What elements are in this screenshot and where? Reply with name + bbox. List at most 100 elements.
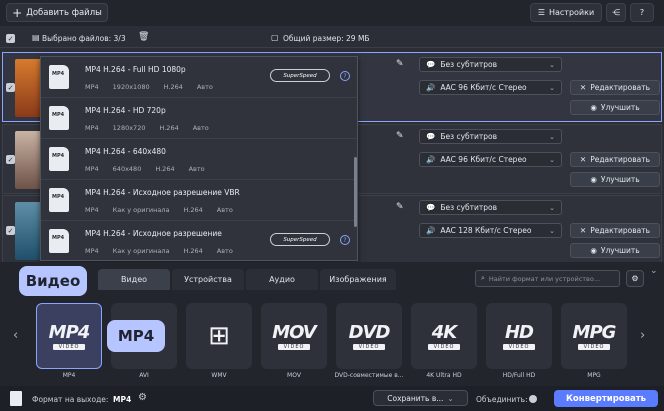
improve-button[interactable]: ◉ Улучшить: [570, 172, 660, 187]
codec: H.264: [183, 247, 203, 255]
tab-label: Изображения: [329, 275, 387, 284]
tab-images[interactable]: Изображения: [320, 269, 396, 290]
edit-name-icon[interactable]: ✎: [396, 202, 404, 212]
tab-label: Устройства: [184, 275, 232, 284]
settings-button[interactable]: ☰ Настройки: [530, 3, 602, 22]
resolution: Как у оригинала: [112, 206, 170, 214]
panel-collapse-chevron[interactable]: ⌄: [650, 266, 658, 276]
video-callout: Видео: [19, 266, 87, 296]
improve-label: Улучшить: [600, 246, 640, 255]
help-icon[interactable]: ?: [340, 235, 350, 245]
video-file-icon: MP4: [49, 106, 69, 130]
container: MP4: [85, 206, 99, 214]
subtitles-select[interactable]: 💬 Без субтитров ⌄: [419, 57, 562, 72]
improve-button[interactable]: ◉ Улучшить: [570, 243, 660, 258]
add-files-label: Добавить файлы: [26, 7, 102, 18]
edit-label: Редактировать: [590, 155, 651, 164]
format-wmv[interactable]: ⊞: [186, 303, 252, 369]
audio-select[interactable]: 🔊 AAC 96 Кбит/с Стерео ⌄: [419, 152, 562, 167]
edit-button[interactable]: ✕ Редактировать: [570, 80, 660, 95]
audio-select[interactable]: 🔊 AAC 96 Кбит/с Стерео ⌄: [419, 80, 562, 95]
file-checkbox[interactable]: ✓: [6, 155, 15, 164]
preset-item[interactable]: MP4 MP4 H.264 - Исходное разрешение MP4 К…: [41, 221, 357, 262]
format-dvd[interactable]: DVD VIDEO: [336, 303, 402, 369]
total-size: Общий размер: 29 МБ: [283, 34, 370, 43]
format-logo: MOV: [272, 322, 317, 343]
format-label: AVI: [139, 372, 149, 379]
subtitles-select[interactable]: 💬 Без субтитров ⌄: [419, 129, 562, 144]
format-4k[interactable]: 4K VIDEO: [411, 303, 477, 369]
dropdown-scrollbar[interactable]: [354, 157, 357, 227]
trash-icon[interactable]: 🗑: [138, 32, 149, 42]
video-file-icon: MP4: [49, 147, 69, 171]
preset-item[interactable]: MP4 MP4 H.264 - Исходное разрешение VBR …: [41, 180, 357, 221]
chevron-down-icon: ⌄: [549, 83, 555, 92]
format-logo: DVD: [348, 322, 391, 343]
tab-devices[interactable]: Устройства: [172, 269, 244, 290]
scroll-left-chevron[interactable]: ‹: [13, 328, 18, 343]
format-logo-sub: VIDEO: [277, 344, 311, 350]
windows-icon: ⊞: [208, 321, 230, 351]
improve-label: Улучшить: [600, 175, 640, 184]
edit-name-icon[interactable]: ✎: [396, 59, 404, 69]
chevron-down-icon: ⌄: [549, 155, 555, 164]
audio-value: AAC 96 Кбит/с Стерео: [440, 83, 527, 92]
speech-icon: 💬: [426, 60, 436, 69]
format-label: 4K Ultra HD: [426, 372, 462, 379]
resolution: 640x480: [112, 165, 142, 173]
codec: H.264: [183, 206, 203, 214]
chevron-down-icon: ⌄: [549, 132, 555, 141]
tab-audio[interactable]: Аудио: [246, 269, 318, 290]
help-button[interactable]: ?: [630, 3, 654, 22]
convert-button[interactable]: Конвертировать: [554, 390, 658, 407]
tools-icon: ✕: [579, 83, 587, 92]
file-icon-label: MP4: [52, 235, 65, 241]
audio-select[interactable]: 🔊 AAC 128 Кбит/с Стерео ⌄: [419, 223, 562, 238]
subtitles-select[interactable]: 💬 Без субтитров ⌄: [419, 200, 562, 215]
edit-button[interactable]: ✕ Редактировать: [570, 223, 660, 238]
preset-item[interactable]: MP4 MP4 H.264 - Full HD 1080p MP4 1920x10…: [41, 57, 357, 98]
help-icon[interactable]: ?: [340, 71, 350, 81]
format-mp4[interactable]: MP4 VIDEO: [36, 303, 102, 369]
format-label: DVD-совместимые в...: [334, 372, 404, 379]
edit-name-icon[interactable]: ✎: [396, 131, 404, 141]
format-hd[interactable]: HD VIDEO: [486, 303, 552, 369]
mode: Авто: [216, 247, 233, 255]
ai-icon: ◉: [590, 175, 597, 184]
format-settings-button[interactable]: ⚙: [626, 270, 644, 287]
chevron-down-icon: ⌄: [549, 60, 555, 69]
convert-label: Конвертировать: [565, 393, 647, 404]
add-files-button[interactable]: + Добавить файлы: [6, 3, 108, 22]
preset-item[interactable]: MP4 MP4 H.264 - HD 720p MP4 1280x720 H.264…: [41, 98, 357, 139]
file-checkbox[interactable]: ✓: [6, 83, 15, 92]
save-to-button[interactable]: Сохранить в... ⌄: [373, 390, 468, 406]
container: MP4: [85, 247, 99, 255]
preset-item[interactable]: MP4 MP4 H.264 - 640x480 MP4 640x480 H.264 А…: [41, 139, 357, 180]
preset-details: MP4 1280x720 H.264 Авто: [85, 124, 209, 132]
format-label: MOV: [287, 372, 301, 379]
callout-label: MP4: [117, 327, 155, 345]
file-icon-label: MP4: [52, 194, 65, 200]
share-button[interactable]: ⋲: [606, 3, 626, 22]
preset-details: MP4 1920x1080 H.264 Авто: [85, 83, 213, 91]
format-mpg[interactable]: MPG VIDEO: [561, 303, 627, 369]
output-gear-icon[interactable]: ⚙: [138, 392, 147, 403]
save-to-label: Сохранить в...: [387, 393, 444, 403]
improve-label: Улучшить: [600, 103, 640, 112]
merge-toggle[interactable]: [529, 395, 537, 403]
question-icon: ?: [639, 8, 645, 17]
codec: H.264: [159, 124, 179, 132]
edit-label: Редактировать: [590, 83, 651, 92]
format-mov[interactable]: MOV VIDEO: [261, 303, 327, 369]
format-search[interactable]: ⌕ Найти формат или устройство...: [475, 270, 620, 287]
gear-icon: ⚙: [631, 274, 639, 283]
subtitles-value: Без субтитров: [440, 60, 498, 69]
tab-video[interactable]: Видео: [98, 269, 170, 290]
edit-button[interactable]: ✕ Редактировать: [570, 152, 660, 167]
select-all-checkbox[interactable]: ✓: [6, 34, 15, 43]
audio-value: AAC 128 Кбит/с Стерео: [440, 226, 532, 235]
scroll-right-chevron[interactable]: ›: [640, 328, 645, 343]
format-logo-sub: VIDEO: [352, 344, 386, 350]
improve-button[interactable]: ◉ Улучшить: [570, 100, 660, 115]
file-checkbox[interactable]: ✓: [6, 226, 15, 235]
